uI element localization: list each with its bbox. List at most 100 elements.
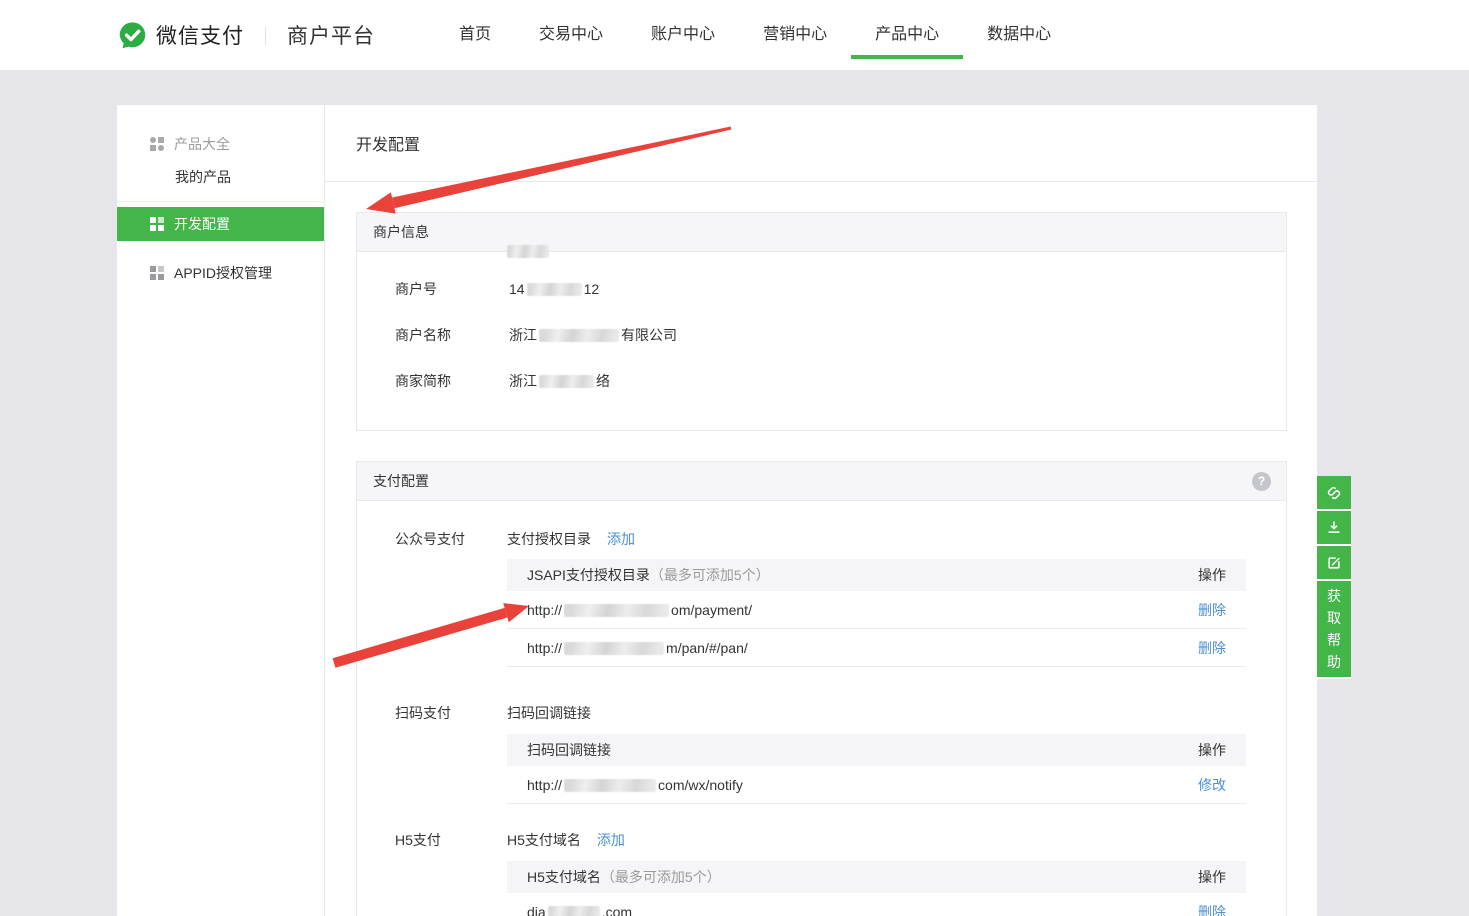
delete-link[interactable]: 删除 (1198, 902, 1226, 916)
table-row: http://m/pan/#/pan/ 删除 (507, 629, 1246, 667)
grid-icon (150, 266, 164, 280)
h5-domain-table: H5支付域名 （最多可添加5个） 操作 dia.com 删除 (507, 861, 1246, 916)
action-column-header: 操作 (1198, 565, 1226, 585)
table-title: 扫码回调链接 (527, 740, 611, 760)
domain-value: dia.com (527, 904, 632, 916)
field-label: 商户号 (395, 279, 509, 299)
help-icon[interactable]: ? (1252, 472, 1271, 491)
merchant-id-value: 1412 (509, 281, 599, 297)
brand-name: 微信支付 (156, 20, 244, 50)
share-link-button[interactable] (1317, 476, 1351, 509)
merchant-shortname-row: 商家简称 浙江络 (357, 358, 1286, 404)
feedback-button[interactable] (1317, 546, 1351, 579)
table-row: http://com/wx/notify 修改 (507, 766, 1246, 804)
url-value: http://om/payment/ (527, 602, 752, 618)
nav-account-center[interactable]: 账户中心 (627, 0, 739, 70)
floating-toolbar: 获取帮助 (1317, 476, 1351, 679)
censored-text (539, 329, 619, 342)
jsapi-section-row: 公众号支付 支付授权目录 添加 (357, 529, 1286, 549)
link-icon (1325, 484, 1343, 502)
action-column-header: 操作 (1198, 740, 1226, 760)
field-label: 扫码回调链接 (507, 703, 591, 723)
top-bar: 微信支付 ｜ 商户平台 首页 交易中心 账户中心 营销中心 产品中心 数据中心 (0, 0, 1469, 70)
censored-text (564, 604, 669, 617)
page-header: 开发配置 (325, 105, 1317, 182)
table-row: http://om/payment/ 删除 (507, 591, 1246, 629)
edit-icon (1325, 554, 1343, 572)
get-help-label: 获取帮助 (1327, 585, 1342, 673)
get-help-button[interactable]: 获取帮助 (1317, 581, 1351, 677)
wechat-pay-logo[interactable]: 微信支付 ｜ 商户平台 (117, 20, 375, 51)
table-row: dia.com 删除 (507, 893, 1246, 916)
url-value: http://com/wx/notify (527, 777, 743, 793)
content-area: 开发配置 商户信息 商户号 1412 商户名称 浙江有限公司 商家简称 浙江络 (325, 105, 1317, 916)
delete-link[interactable]: 删除 (1198, 638, 1226, 658)
table-header: H5支付域名 （最多可添加5个） 操作 (507, 861, 1246, 893)
censored-blob (507, 245, 549, 258)
add-directory-link[interactable]: 添加 (607, 529, 635, 549)
nav-product-center[interactable]: 产品中心 (851, 0, 963, 70)
nav-marketing-center[interactable]: 营销中心 (739, 0, 851, 70)
wechat-pay-icon (117, 20, 148, 51)
table-title: H5支付域名 (527, 867, 601, 887)
platform-name: 商户平台 (287, 20, 375, 50)
merchant-id-row: 商户号 1412 (357, 266, 1286, 312)
merchant-info-body: 商户号 1412 商户名称 浙江有限公司 商家简称 浙江络 (357, 252, 1286, 430)
section-label: 扫码支付 (395, 703, 507, 723)
main-nav: 首页 交易中心 账户中心 营销中心 产品中心 数据中心 (435, 0, 1075, 70)
download-button[interactable] (1317, 511, 1351, 544)
censored-text (527, 283, 582, 296)
panel-title: 支付配置 (373, 471, 429, 491)
page-title: 开发配置 (356, 131, 420, 155)
download-icon (1325, 519, 1343, 537)
nav-trade-center[interactable]: 交易中心 (515, 0, 627, 70)
sidebar-divider (117, 201, 324, 202)
table-limit-note: （最多可添加5个） (601, 867, 721, 887)
sidebar-item-product-catalog[interactable]: 产品大全 (117, 128, 324, 159)
grid-icon (150, 217, 164, 231)
payment-config-body: 公众号支付 支付授权目录 添加 JSAPI支付授权目录 （最多可添加5个） 操作… (357, 529, 1286, 916)
censored-text (539, 375, 594, 388)
grid-icon (150, 137, 164, 151)
censored-text (564, 642, 664, 655)
sidebar: 产品大全 我的产品 开发配置 APPID授权管理 (117, 105, 325, 916)
native-section-row: 扫码支付 扫码回调链接 (357, 703, 1286, 723)
section-label: H5支付 (395, 830, 507, 850)
main-card: 产品大全 我的产品 开发配置 APPID授权管理 开发配置 商户信息 (117, 105, 1317, 916)
censored-text (548, 906, 600, 916)
table-header: 扫码回调链接 操作 (507, 734, 1246, 766)
native-callback-table: 扫码回调链接 操作 http://com/wx/notify 修改 (507, 734, 1246, 804)
sidebar-item-label: 开发配置 (174, 214, 230, 234)
sidebar-item-label: APPID授权管理 (174, 263, 272, 283)
field-label: 商户名称 (395, 325, 509, 345)
merchant-info-header: 商户信息 (357, 213, 1286, 252)
payment-config-panel: 支付配置 ? 公众号支付 支付授权目录 添加 JSAPI支付授权目录 （最多可添… (356, 461, 1287, 916)
h5-section-row: H5支付 H5支付域名 添加 (357, 830, 1286, 850)
sidebar-item-appid-auth[interactable]: APPID授权管理 (117, 257, 324, 288)
section-label: 公众号支付 (395, 529, 507, 549)
modify-link[interactable]: 修改 (1198, 775, 1226, 795)
sidebar-item-dev-config[interactable]: 开发配置 (117, 207, 324, 241)
table-limit-note: （最多可添加5个） (650, 565, 770, 585)
table-title: JSAPI支付授权目录 (527, 565, 650, 585)
table-header: JSAPI支付授权目录 （最多可添加5个） 操作 (507, 559, 1246, 591)
logo-divider: ｜ (256, 22, 275, 49)
delete-link[interactable]: 删除 (1198, 600, 1226, 620)
sidebar-item-my-products[interactable]: 我的产品 (117, 161, 324, 192)
merchant-name-value: 浙江有限公司 (509, 325, 677, 345)
merchant-shortname-value: 浙江络 (509, 371, 610, 391)
field-label: 支付授权目录 (507, 529, 591, 549)
panel-title: 商户信息 (373, 222, 429, 242)
sidebar-item-label: 产品大全 (174, 134, 230, 154)
nav-home[interactable]: 首页 (435, 0, 515, 70)
censored-text (564, 779, 656, 792)
payment-config-header: 支付配置 ? (357, 462, 1286, 501)
url-value: http://m/pan/#/pan/ (527, 640, 748, 656)
action-column-header: 操作 (1198, 867, 1226, 887)
field-label: 商家简称 (395, 371, 509, 391)
merchant-name-row: 商户名称 浙江有限公司 (357, 312, 1286, 358)
sidebar-item-label: 我的产品 (175, 167, 231, 187)
field-label: H5支付域名 (507, 830, 581, 850)
add-domain-link[interactable]: 添加 (597, 830, 625, 850)
nav-data-center[interactable]: 数据中心 (963, 0, 1075, 70)
